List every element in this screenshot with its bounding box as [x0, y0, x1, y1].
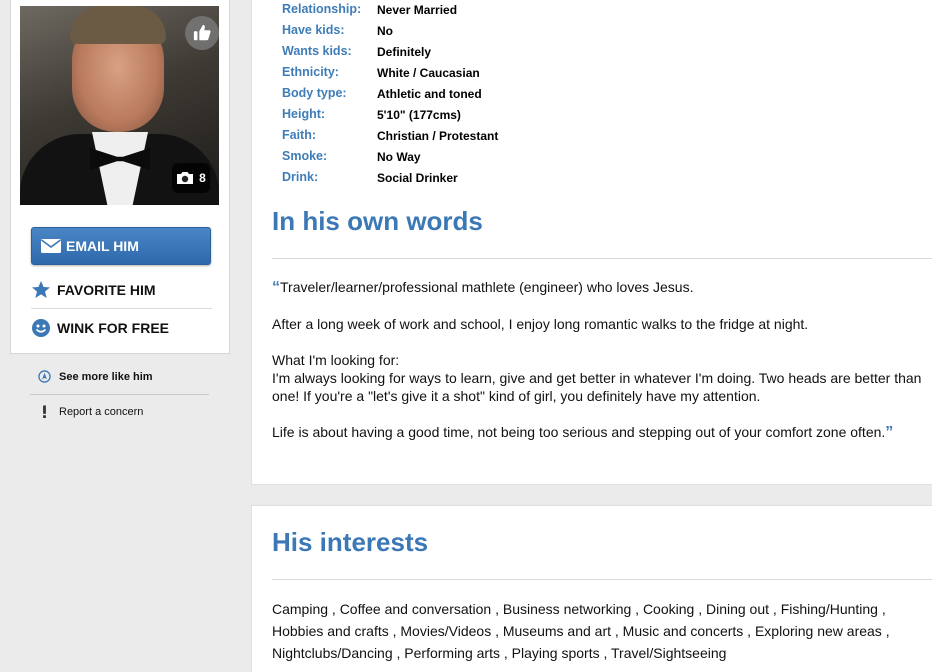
open-quote: “ [272, 279, 280, 296]
interests-list: Camping , Coffee and conversation , Busi… [272, 601, 890, 661]
interests-title: His interests [272, 527, 429, 557]
detail-row-faith: Faith: Christian / Protestant [282, 128, 682, 149]
detail-value: No [377, 24, 393, 38]
favorite-button[interactable]: FAVORITE HIM [31, 271, 212, 308]
detail-row-have-kids: Have kids: No [282, 23, 682, 44]
see-more-label: See more like him [59, 370, 153, 383]
detail-value: White / Caucasian [377, 66, 480, 80]
envelope-icon [41, 239, 61, 253]
detail-label: Have kids: [282, 23, 345, 37]
report-link[interactable]: Report a concern [38, 405, 143, 418]
detail-label: Body type: [282, 86, 347, 100]
detail-value: Athletic and toned [377, 87, 482, 101]
detail-value: No Way [377, 150, 421, 164]
sidebar-divider [30, 394, 209, 395]
exclamation-icon [43, 405, 46, 418]
thumbs-up-icon [193, 24, 211, 41]
detail-value: 5'10" (177cms) [377, 108, 461, 122]
detail-label: Wants kids: [282, 44, 352, 58]
interests-panel: His interests Camping , Coffee and conve… [251, 505, 932, 672]
own-words-p3-body: I'm always looking for ways to learn, gi… [272, 370, 922, 404]
email-button-label: EMAIL HIM [66, 238, 139, 254]
detail-value: Definitely [377, 45, 432, 59]
profile-details-panel: Relationship: Never Married Have kids: N… [251, 0, 932, 485]
detail-value: Christian / Protestant [377, 129, 499, 143]
see-more-link[interactable]: See more like him [38, 370, 153, 383]
detail-value: Social Drinker [377, 171, 458, 185]
detail-label: Smoke: [282, 149, 328, 163]
detail-label: Relationship: [282, 2, 362, 16]
camera-icon [177, 172, 194, 184]
detail-label: Drink: [282, 170, 319, 184]
own-words-title: In his own words [272, 206, 483, 236]
report-label: Report a concern [59, 405, 144, 418]
detail-row-body-type: Body type: Athletic and toned [282, 86, 682, 107]
detail-row-relationship: Relationship: Never Married [282, 2, 682, 23]
wink-button[interactable]: WINK FOR FREE [31, 309, 212, 346]
star-icon [32, 280, 50, 298]
section-rule [272, 258, 932, 259]
email-button[interactable]: EMAIL HIM [31, 227, 211, 265]
compass-icon [38, 370, 51, 383]
detail-label: Height: [282, 107, 326, 121]
own-words-p2: After a long week of work and school, I … [272, 316, 809, 332]
profile-card: 8 EMAIL HIM FAVORITE HIM WINK FOR FREE [10, 0, 230, 354]
photo-count-badge[interactable]: 8 [172, 163, 210, 193]
close-quote: ” [885, 424, 894, 441]
detail-row-wants-kids: Wants kids: Definitely [282, 44, 682, 65]
detail-row-height: Height: 5'10" (177cms) [282, 107, 682, 128]
smiley-icon [32, 318, 50, 337]
detail-row-drink: Drink: Social Drinker [282, 170, 682, 191]
own-words-paragraph-1: “Traveler/learner/professional mathlete … [272, 278, 932, 297]
own-words-p3-heading: What I'm looking for: [272, 352, 400, 368]
own-words-p4: Life is about having a good time, not be… [272, 424, 886, 440]
detail-label: Faith: [282, 128, 317, 142]
photo-hair [70, 6, 166, 44]
detail-row-ethnicity: Ethnicity: White / Caucasian [282, 65, 682, 86]
like-button[interactable] [185, 16, 219, 50]
detail-row-smoke: Smoke: No Way [282, 149, 682, 170]
photo-count: 8 [199, 171, 206, 185]
detail-value: Never Married [377, 3, 458, 17]
own-words-paragraph-4: Life is about having a good time, not be… [272, 423, 932, 442]
section-rule [272, 579, 932, 580]
own-words-p1: Traveler/learner/professional mathlete (… [280, 279, 694, 295]
detail-label: Ethnicity: [282, 65, 339, 79]
favorite-label: FAVORITE HIM [57, 281, 156, 298]
profile-photo[interactable]: 8 [20, 6, 219, 205]
wink-label: WINK FOR FREE [57, 319, 169, 336]
